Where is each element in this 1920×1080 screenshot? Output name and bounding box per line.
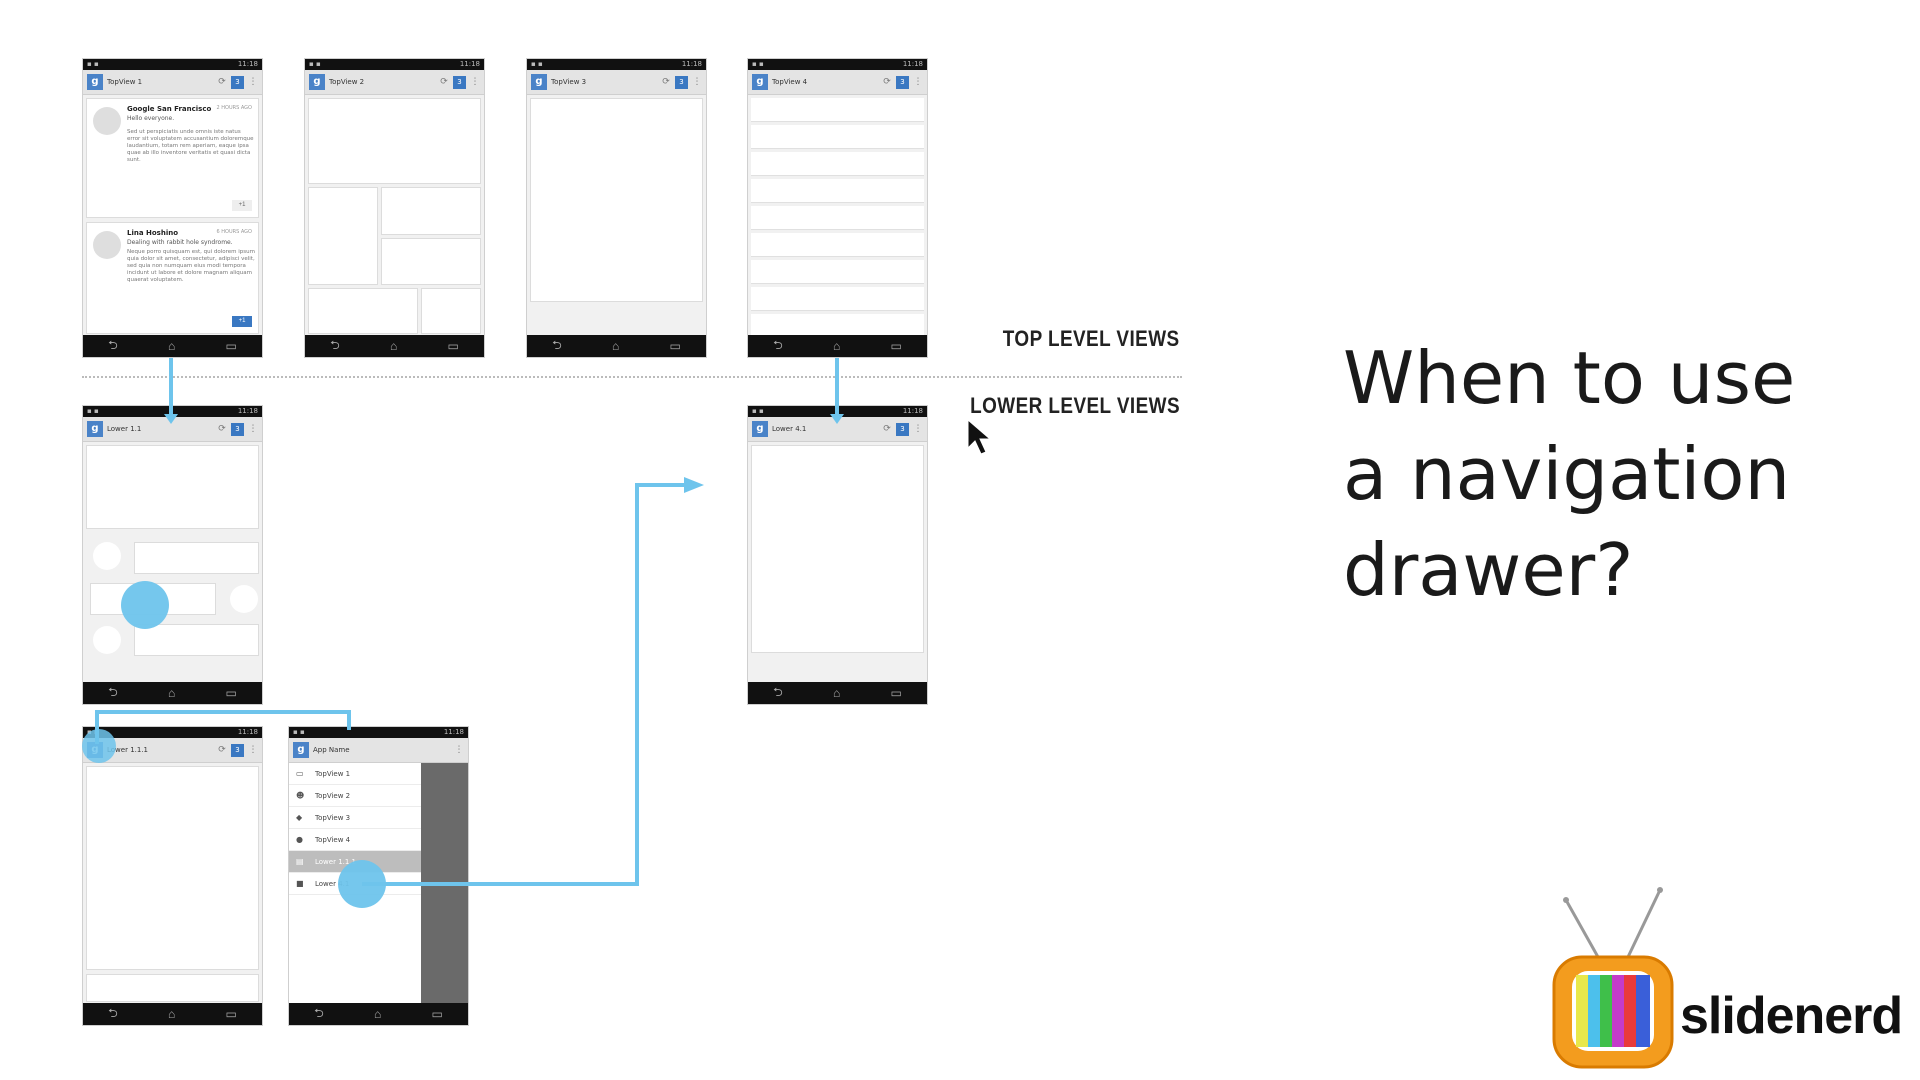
mouse-cursor-icon xyxy=(967,418,992,455)
arrow-topview4-to-lower41 xyxy=(830,358,844,424)
arrow-topview1-to-lower11 xyxy=(164,358,178,424)
arrow-lower11-to-drawer xyxy=(95,710,351,744)
heading-line-3: drawer? xyxy=(1343,528,1634,612)
arrow-drawer-to-lower41 xyxy=(362,477,704,886)
brand-name: slidenerd xyxy=(1680,987,1903,1045)
heading-line-1: When to use xyxy=(1343,336,1796,420)
touch-indicator xyxy=(338,860,386,908)
slidenerd-tv-logo-icon xyxy=(1552,887,1674,1069)
heading-line-2: a navigation xyxy=(1343,432,1791,516)
touch-indicator xyxy=(121,581,169,629)
slide-heading: When to use a navigation drawer? xyxy=(1343,330,1795,618)
touch-indicator xyxy=(82,729,116,763)
